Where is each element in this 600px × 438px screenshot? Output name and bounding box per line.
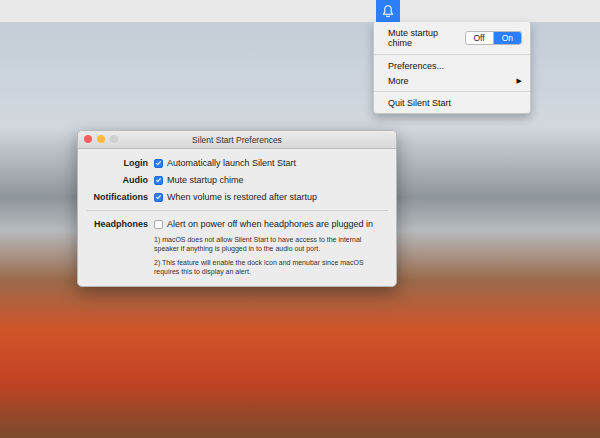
close-button[interactable] — [84, 135, 92, 143]
title-bar[interactable]: Silent Start Preferences — [78, 131, 396, 149]
checkbox-row[interactable]: When volume is restored after startup — [154, 191, 388, 203]
zoom-button[interactable] — [110, 135, 118, 143]
checkbox-row[interactable]: Automatically launch Silent Start — [154, 157, 388, 169]
minimize-button[interactable] — [97, 135, 105, 143]
menu-separator — [374, 91, 530, 92]
checkbox[interactable] — [154, 193, 163, 202]
row-label: Audio — [86, 174, 148, 186]
submenu-arrow-icon: ▶ — [517, 77, 522, 85]
segmented-control[interactable]: OffOn — [465, 31, 523, 45]
bell-icon — [381, 4, 395, 18]
note-text: 1) macOS does not allow Silent Start to … — [154, 235, 388, 253]
checkbox-row[interactable]: Alert on power off when headphones are p… — [154, 218, 388, 230]
menu-toggle-row: Mute startup chimeOffOn — [374, 25, 530, 51]
checkbox[interactable] — [154, 220, 163, 229]
menu-item[interactable]: Quit Silent Start — [374, 95, 530, 110]
note-text: 2) This feature will enable the dock ico… — [154, 258, 388, 276]
desktop: Mute startup chimeOffOnPreferences...Mor… — [0, 0, 600, 438]
preferences-window: Silent Start Preferences Login Automatical… — [77, 130, 397, 287]
checkbox[interactable] — [154, 159, 163, 168]
menu-item[interactable]: More▶ — [374, 73, 530, 88]
status-item[interactable] — [376, 0, 400, 22]
menu-item-label: Mute startup chime — [388, 28, 465, 48]
segment-option[interactable]: On — [493, 32, 521, 44]
divider — [86, 210, 388, 211]
checkbox-row[interactable]: Mute startup chime — [154, 174, 388, 186]
row-label: Login — [86, 157, 148, 169]
menu-bar — [0, 0, 600, 23]
row-label: Headphones — [86, 218, 148, 230]
window-title: Silent Start Preferences — [192, 135, 282, 145]
check-icon — [155, 176, 162, 184]
row-label: Notifications — [86, 191, 148, 203]
checkbox[interactable] — [154, 176, 163, 185]
check-icon — [155, 159, 162, 167]
check-icon — [155, 193, 162, 201]
menu-item[interactable]: Preferences... — [374, 58, 530, 73]
menu-separator — [374, 54, 530, 55]
status-menu: Mute startup chimeOffOn Preferences...Mor… — [373, 22, 531, 114]
segment-option[interactable]: Off — [466, 32, 493, 44]
